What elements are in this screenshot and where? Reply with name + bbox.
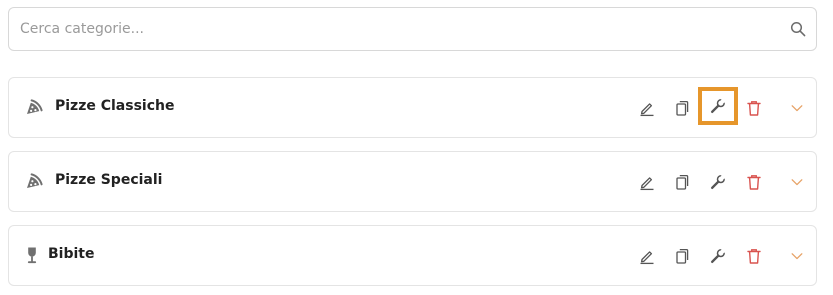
edit-button[interactable] [635, 96, 659, 120]
wrench-icon [711, 174, 726, 189]
duplicate-button[interactable] [670, 244, 694, 268]
trash-icon [747, 175, 761, 190]
pencil-icon [640, 251, 654, 265]
chevron-down-icon [791, 253, 803, 260]
pizza-icon [27, 173, 43, 188]
expand-button[interactable] [785, 244, 809, 268]
settings-button[interactable] [706, 244, 730, 268]
category-name: Pizze Speciali [55, 172, 163, 188]
delete-button[interactable] [742, 170, 766, 194]
copy-icon [676, 248, 689, 264]
expand-button[interactable] [785, 170, 809, 194]
delete-button[interactable] [742, 244, 766, 268]
delete-button[interactable] [742, 96, 766, 120]
category-name: Bibite [48, 246, 95, 262]
category-name: Pizze Classiche [55, 98, 175, 114]
pencil-icon [640, 177, 654, 191]
copy-icon [676, 100, 689, 116]
category-card[interactable]: Bibite [8, 225, 817, 286]
settings-button[interactable] [706, 170, 730, 194]
wrench-icon [711, 248, 726, 263]
search-input[interactable] [9, 8, 779, 50]
chevron-down-icon [791, 105, 803, 112]
pizza-icon [27, 99, 43, 114]
edit-button[interactable] [635, 244, 659, 268]
settings-button[interactable] [698, 87, 738, 125]
category-card[interactable]: Pizze Speciali [8, 151, 817, 212]
duplicate-button[interactable] [670, 170, 694, 194]
edit-button[interactable] [635, 170, 659, 194]
pencil-icon [640, 103, 654, 117]
search-icon[interactable] [790, 21, 806, 37]
trash-icon [747, 101, 761, 116]
chevron-down-icon [791, 179, 803, 186]
search-box[interactable] [8, 7, 817, 51]
category-card[interactable]: Pizze Classiche [8, 77, 817, 138]
copy-icon [676, 174, 689, 190]
trash-icon [747, 249, 761, 264]
wrench-icon [711, 98, 726, 113]
expand-button[interactable] [785, 96, 809, 120]
wine-glass-icon [27, 247, 37, 264]
duplicate-button[interactable] [670, 96, 694, 120]
